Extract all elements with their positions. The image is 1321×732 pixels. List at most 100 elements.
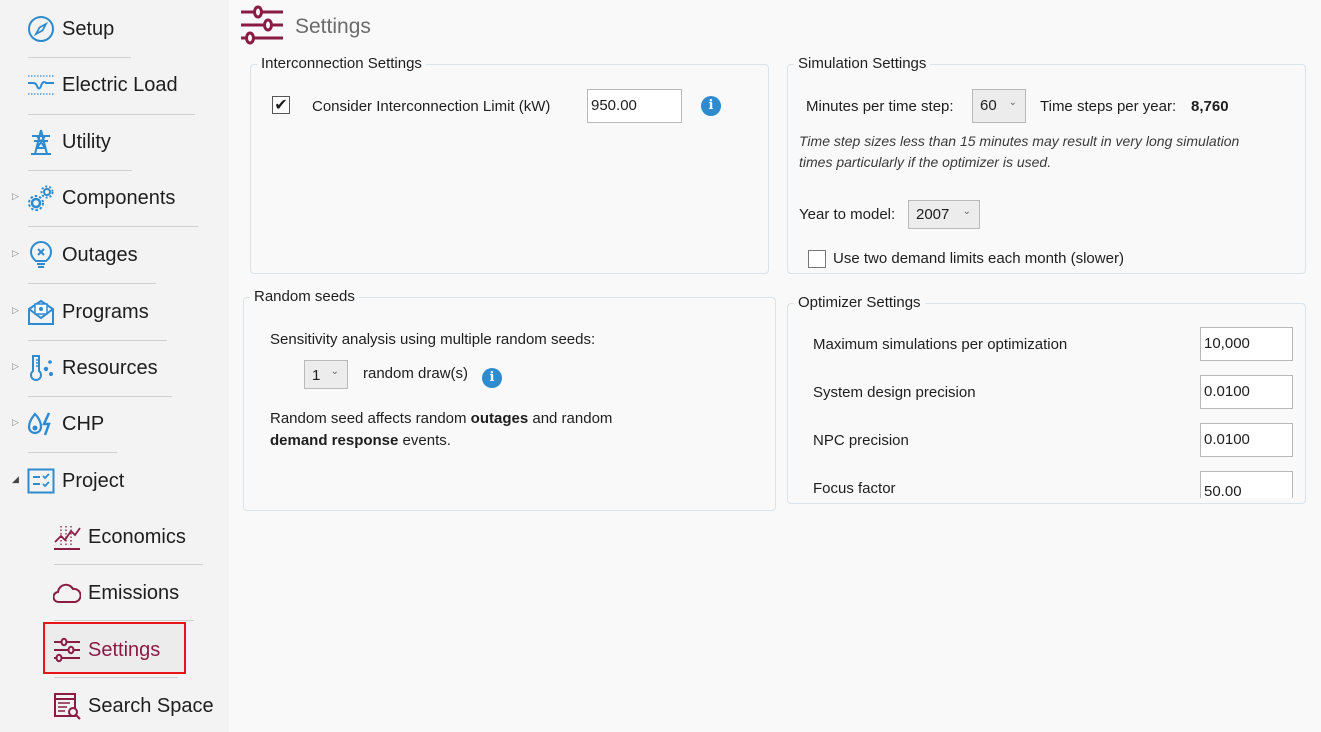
dropdown-value: 60	[980, 97, 997, 114]
focus-factor-input[interactable]: 50.00	[1200, 471, 1293, 498]
interconnection-limit-input[interactable]: 950.00	[587, 89, 682, 123]
group-legend: Random seeds	[250, 288, 359, 306]
checkmark-icon: ✔	[274, 95, 288, 114]
sidebar-item-label: Settings	[88, 638, 161, 661]
desc-text: events.	[398, 432, 451, 449]
sidebar-item-label: Setup	[62, 17, 115, 40]
optimizer-row-label: System design precision	[813, 384, 976, 401]
divider	[54, 677, 178, 678]
sidebar-item-label: Economics	[88, 525, 186, 548]
checklist-icon	[26, 466, 56, 496]
sensitivity-label: Sensitivity analysis using multiple rand…	[270, 331, 596, 348]
max-simulations-input[interactable]: 10,000	[1200, 327, 1293, 361]
economics-chart-icon	[52, 522, 82, 552]
sidebar-item-label: Components	[62, 186, 176, 209]
sidebar-item-search-space[interactable]: Search Space	[52, 686, 214, 726]
flame-bolt-icon	[26, 409, 56, 439]
expand-arrow-icon[interactable]: ▷	[12, 418, 22, 430]
desc-text: Random seed affects random	[270, 410, 471, 427]
bulb-x-icon	[26, 240, 56, 270]
optimizer-settings-group: Optimizer Settings Maximum simulations p…	[787, 294, 1306, 504]
group-legend: Optimizer Settings	[794, 294, 925, 312]
chevron-down-icon: ⌄	[962, 206, 971, 217]
time-steps-label: Time steps per year:	[1040, 98, 1177, 115]
sidebar-item-label: Search Space	[88, 694, 214, 717]
random-draws-dropdown[interactable]: 1 ⌄	[304, 360, 348, 389]
sidebar-item-outages[interactable]: ▷ Outages	[12, 235, 138, 275]
time-steps-value: 8,760	[1191, 98, 1229, 115]
expand-arrow-icon[interactable]: ▷	[12, 192, 22, 204]
gears-icon	[26, 183, 56, 213]
sidebar-item-emissions[interactable]: Emissions	[52, 573, 179, 613]
sidebar-item-chp[interactable]: ▷ CHP	[12, 404, 104, 444]
sidebar-item-components[interactable]: ▷ Components	[12, 178, 176, 218]
envelope-icon	[26, 297, 56, 327]
divider	[28, 57, 131, 58]
random-seed-description: Random seed affects random outages and r…	[270, 408, 612, 452]
cloud-icon	[52, 578, 82, 608]
sidebar-item-programs[interactable]: ▷ Programs	[12, 292, 149, 332]
divider	[28, 170, 132, 171]
optimizer-row-label: NPC precision	[813, 432, 909, 449]
interconnection-limit-checkbox[interactable]: ✔	[272, 96, 290, 114]
sidebar: Setup Electric Load Utility ▷ Components…	[0, 0, 229, 732]
desc-bold-demand-response: demand response	[270, 432, 399, 449]
group-legend: Interconnection Settings	[257, 55, 426, 73]
dropdown-value: 2007	[916, 206, 950, 223]
page-header: Settings	[241, 5, 371, 49]
chevron-down-icon: ⌄	[1008, 97, 1017, 108]
sidebar-item-utility[interactable]: Utility	[26, 122, 111, 162]
page-title: Settings	[295, 15, 371, 38]
two-demand-limits-checkbox[interactable]	[808, 250, 826, 268]
divider	[28, 283, 156, 284]
chevron-down-icon: ⌄	[330, 366, 339, 377]
sidebar-item-resources[interactable]: ▷ Resources	[12, 348, 158, 388]
npc-precision-input[interactable]: 0.0100	[1200, 423, 1293, 457]
optimizer-row-label: Maximum simulations per optimization	[813, 336, 1068, 353]
compass-icon	[26, 14, 56, 44]
sidebar-item-economics[interactable]: Economics	[52, 517, 186, 557]
system-design-precision-input[interactable]: 0.0100	[1200, 375, 1293, 409]
info-icon[interactable]: i	[482, 368, 502, 388]
search-space-icon	[52, 691, 82, 721]
sidebar-item-label: Electric Load	[62, 73, 178, 96]
random-draws-label: random draw(s)	[363, 365, 469, 382]
thermometer-drops-icon	[26, 353, 56, 383]
minutes-per-step-dropdown[interactable]: 60 ⌄	[972, 89, 1026, 123]
power-tower-icon	[26, 127, 56, 157]
divider	[28, 452, 117, 453]
sidebar-item-label: Resources	[62, 356, 158, 379]
group-legend: Simulation Settings	[794, 55, 931, 73]
divider	[54, 620, 194, 621]
divider	[28, 340, 167, 341]
load-curve-icon	[26, 70, 56, 100]
random-seeds-group: Random seeds Sensitivity analysis using …	[243, 288, 776, 511]
sidebar-item-label: Programs	[62, 300, 149, 323]
expand-arrow-icon[interactable]: ▷	[12, 249, 22, 261]
optimizer-row-label: Focus factor	[813, 480, 896, 497]
sidebar-item-setup[interactable]: Setup	[26, 9, 114, 49]
collapse-arrow-icon[interactable]: ◢	[12, 475, 22, 487]
sliders-icon	[241, 5, 283, 49]
dropdown-value: 1	[312, 367, 321, 384]
expand-arrow-icon[interactable]: ▷	[12, 362, 22, 374]
desc-bold-outages: outages	[470, 410, 529, 427]
divider	[28, 226, 198, 227]
year-to-model-label: Year to model:	[799, 206, 896, 223]
expand-arrow-icon[interactable]: ▷	[12, 306, 22, 318]
sidebar-item-electric-load[interactable]: Electric Load	[26, 65, 178, 105]
year-to-model-dropdown[interactable]: 2007 ⌄	[908, 200, 980, 229]
sidebar-item-settings[interactable]: Settings	[52, 630, 160, 670]
info-icon[interactable]: i	[701, 96, 721, 116]
sidebar-item-project[interactable]: ◢ Project	[12, 461, 125, 501]
sidebar-item-label: Outages	[62, 243, 138, 266]
sidebar-item-label: Emissions	[88, 581, 180, 604]
minutes-per-step-label: Minutes per time step:	[806, 98, 954, 115]
desc-text: and random	[528, 410, 613, 427]
divider	[28, 396, 172, 397]
two-demand-limits-label: Use two demand limits each month (slower…	[833, 250, 1124, 267]
sidebar-item-label: Project	[62, 469, 125, 492]
interconnection-settings-group: Interconnection Settings ✔ Consider Inte…	[250, 55, 769, 274]
divider	[54, 564, 203, 565]
divider	[28, 114, 195, 115]
